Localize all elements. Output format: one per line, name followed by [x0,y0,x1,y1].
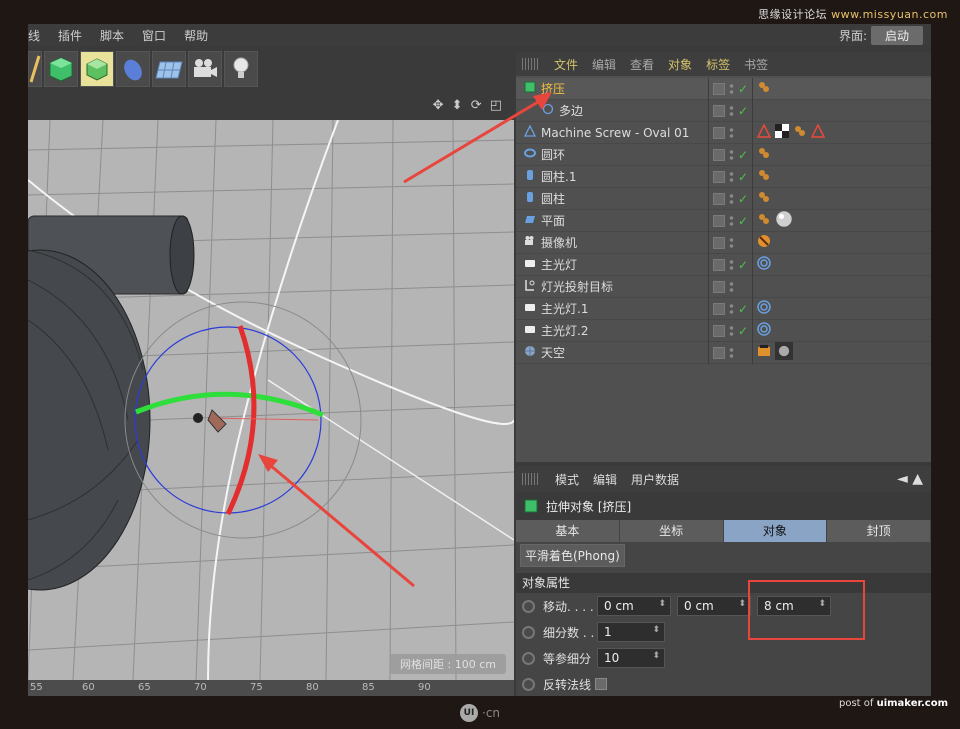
watermark-prefix: 思缘设计论坛 [758,8,828,21]
watermark-site: www.missyuan.com [831,8,948,21]
logo-badge: UI [460,704,478,722]
credit-site: uimaker.com [876,698,948,709]
top-watermark: 思缘设计论坛 www.missyuan.com [758,6,948,22]
highlight-box [748,580,865,640]
cinema4d-window: 线 插件 脚本 窗口 帮助 界面: 启动 ✥ ⬍ ⟳ ◰ 网格间距: 100 … [28,24,931,696]
logo-suffix: ·cn [482,706,501,720]
footer-logo: UI ·cn [460,704,500,722]
credit-prefix: post of [838,698,874,709]
footer-credit: post of uimaker.com [839,698,948,709]
